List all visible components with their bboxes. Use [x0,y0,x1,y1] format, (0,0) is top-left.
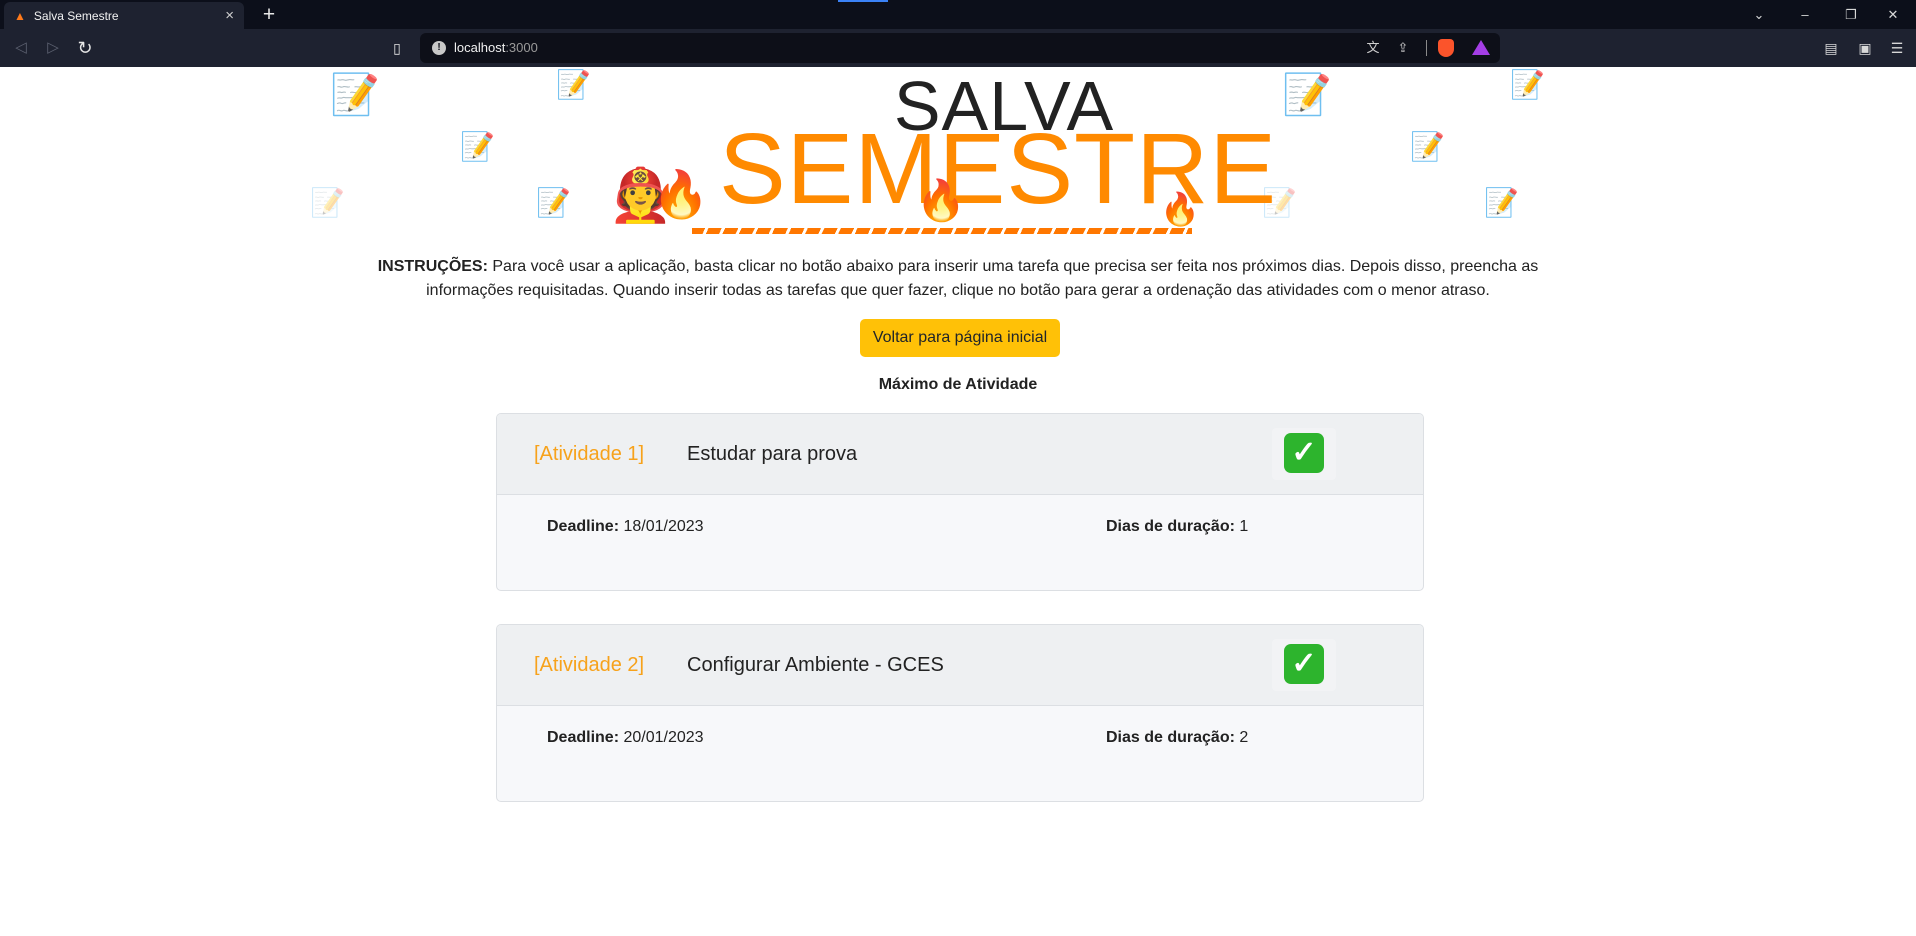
memo-icon: 📝 [1484,187,1519,218]
activity-card-header: [Atividade 1] Estudar para prova ✓ [497,414,1423,495]
instructions-body: Para você usar a aplicação, basta clicar… [426,258,1539,299]
brave-rewards-icon[interactable] [1472,40,1490,55]
page-content: 📝 📝 📝 📝 📝 📝 📝 📝 📝 📝 SALVA SEMESTRE 🧑‍🚒 🔥… [0,67,1916,936]
browser-tab-bar: ▲ Salva Semestre × + ⌄ – ❐ ✕ [0,0,1916,29]
sidebar-icon[interactable]: ▤ [1818,35,1844,61]
site-info-icon[interactable]: ! [432,41,446,55]
share-icon[interactable]: ⇪ [1392,38,1414,58]
tab-title: Salva Semestre [33,8,119,23]
url-port: :3000 [505,40,538,55]
duration-value: 1 [1234,518,1249,535]
back-icon[interactable]: ◁ [8,35,34,61]
close-window-button[interactable]: ✕ [1870,0,1916,29]
activity-index: [Atividade 1] [534,443,645,465]
memo-icon: 📝 [1510,69,1545,100]
wallet-icon[interactable]: ▣ [1852,35,1878,61]
activity-card: [Atividade 2] Configurar Ambiente - GCES… [496,624,1424,802]
memo-icon: 📝 [330,73,380,117]
fire-icon: 🔥 [1160,191,1200,227]
new-tab-button[interactable]: + [256,2,282,28]
complete-activity-button[interactable]: ✓ [1272,428,1336,480]
tab-search-icon[interactable]: ⌄ [1736,0,1782,29]
logo-semestre: SEMESTRE [718,113,1278,225]
url-text: localhost:3000 [454,40,538,55]
duration-label: Dias de duração: [1106,518,1235,535]
url-host: localhost [454,40,506,55]
close-tab-icon[interactable]: × [225,7,234,24]
memo-icon: 📝 [1410,131,1445,162]
tabstrip-accent [838,0,888,2]
activity-index: [Atividade 2] [534,654,645,676]
deadline-value: 18/01/2023 [619,518,704,535]
deadline-label: Deadline: [547,518,620,535]
menu-icon[interactable]: ☰ [1884,35,1910,61]
fire-favicon-icon: ▲ [14,8,26,23]
memo-icon: 📝 [460,131,495,162]
duration-label: Dias de duração: [1106,729,1235,746]
browser-tab[interactable]: ▲ Salva Semestre × [4,2,244,29]
activity-duration: Dias de duração: 2 [1106,729,1248,747]
activity-card: [Atividade 1] Estudar para prova ✓ Deadl… [496,413,1424,591]
fire-icon: 🔥 [916,179,966,223]
check-mark-icon: ✓ [1284,433,1324,473]
activity-name: Configurar Ambiente - GCES [687,654,944,676]
deadline-label: Deadline: [547,729,620,746]
memo-icon: 📝 [556,69,591,100]
activity-duration: Dias de duração: 1 [1106,518,1248,536]
instructions-label: INSTRUÇÕES: [377,258,488,275]
address-bar[interactable]: ! localhost:3000 文 ⇪ [420,33,1500,63]
activity-name: Estudar para prova [687,443,858,465]
activity-card-header: [Atividade 2] Configurar Ambiente - GCES… [497,625,1423,706]
brave-shields-icon[interactable] [1438,39,1454,57]
back-to-home-button[interactable]: Voltar para página inicial [860,319,1060,357]
complete-activity-button[interactable]: ✓ [1272,639,1336,691]
bookmark-icon[interactable]: ▯ [386,35,408,61]
minimize-button[interactable]: – [1782,0,1828,29]
activity-deadline: Deadline: 18/01/2023 [547,518,704,536]
omnibox-separator [1426,40,1427,56]
deadline-value: 20/01/2023 [619,729,704,746]
memo-icon: 📝 [1282,73,1332,117]
forward-icon[interactable]: ▷ [40,35,66,61]
section-title: Máximo de Atividade [878,376,1038,393]
hero-banner: 📝 📝 📝 📝 📝 📝 📝 📝 📝 📝 SALVA SEMESTRE 🧑‍🚒 🔥… [300,67,1616,252]
check-mark-icon: ✓ [1284,644,1324,684]
logo-underline [692,228,1192,234]
activity-deadline: Deadline: 20/01/2023 [547,729,704,747]
duration-value: 2 [1234,729,1249,746]
fire-icon: 🔥 [652,168,710,220]
instructions-text: INSTRUÇÕES: Para você usar a aplicação, … [340,255,1576,303]
browser-toolbar: ◁ ▷ ↻ ▯ ! localhost:3000 文 ⇪ ▤ ▣ ☰ [0,29,1916,67]
restore-button[interactable]: ❐ [1828,0,1874,29]
memo-icon: 📝 [536,187,571,218]
reload-icon[interactable]: ↻ [72,35,98,61]
translate-icon[interactable]: 文 [1362,38,1384,58]
memo-icon: 📝 [310,187,345,218]
